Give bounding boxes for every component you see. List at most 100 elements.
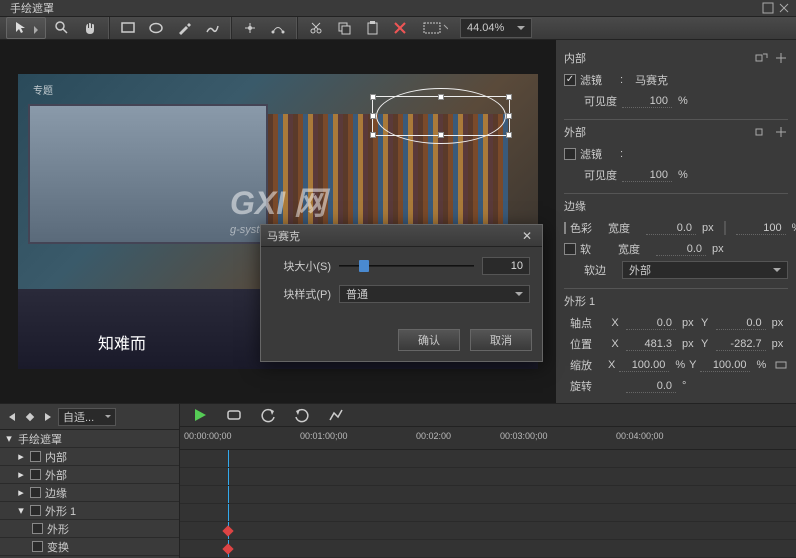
cut-tool[interactable] — [304, 17, 328, 39]
prop-value[interactable]: -282.7 — [716, 338, 766, 351]
disclosure-triangle-icon[interactable]: ▾ — [16, 506, 26, 516]
disclosure-triangle-icon[interactable]: ▸ — [16, 470, 26, 480]
resize-handle[interactable] — [370, 132, 376, 138]
resize-handle[interactable] — [370, 113, 376, 119]
track-row-inside[interactable]: ▸ 内部 — [0, 448, 179, 466]
freehand-tool[interactable] — [200, 17, 224, 39]
track-lane[interactable] — [180, 468, 796, 486]
track-checkbox[interactable] — [32, 541, 43, 552]
ok-button[interactable]: 确认 — [398, 329, 460, 351]
play-button[interactable] — [190, 405, 210, 425]
resize-handle[interactable] — [506, 94, 512, 100]
link-icon[interactable] — [754, 51, 768, 65]
resize-handle[interactable] — [506, 113, 512, 119]
track-row-edge[interactable]: ▸ 边缘 — [0, 484, 179, 502]
resize-handle[interactable] — [506, 132, 512, 138]
next-keyframe-icon[interactable] — [40, 409, 56, 425]
disclosure-triangle-icon[interactable]: ▸ — [16, 452, 26, 462]
zoom-tool[interactable] — [50, 17, 74, 39]
window-close-icon[interactable] — [778, 2, 790, 14]
mask-bbox-overlay[interactable] — [372, 96, 510, 136]
track-checkbox[interactable] — [30, 469, 41, 480]
add-icon[interactable] — [774, 125, 788, 139]
filter-checkbox[interactable] — [564, 148, 576, 160]
color-checkbox[interactable] — [564, 222, 566, 234]
track-checkbox[interactable] — [32, 523, 43, 534]
prop-value[interactable]: 0.0 — [626, 380, 676, 393]
resize-handle[interactable] — [438, 132, 444, 138]
add-icon[interactable] — [774, 51, 788, 65]
disclosure-triangle-icon[interactable]: ▾ — [4, 434, 14, 444]
timeline-tracks-area[interactable]: 00:00:00;00 00:01:00;00 00:02:00 00:03:0… — [180, 404, 796, 558]
track-checkbox[interactable] — [30, 487, 41, 498]
link-scale-icon[interactable] — [774, 358, 788, 372]
track-row-shape1[interactable]: ▾ 外形 1 — [0, 502, 179, 520]
track-lane[interactable] — [180, 486, 796, 504]
cancel-button[interactable]: 取消 — [470, 329, 532, 351]
window-maximize-icon[interactable] — [762, 2, 774, 14]
keyframe-diamond-icon[interactable] — [22, 409, 38, 425]
soft-checkbox[interactable] — [564, 243, 576, 255]
graph-button[interactable] — [326, 405, 346, 425]
prop-value[interactable]: 0.0 — [656, 243, 706, 256]
prop-value[interactable]: 100 — [736, 222, 786, 235]
softedge-dropdown[interactable]: 外部 — [622, 261, 788, 279]
prop-value[interactable]: 0.0 — [626, 317, 676, 330]
track-row-outside[interactable]: ▸ 外部 — [0, 466, 179, 484]
section-header-shape1: 外形 1 — [564, 288, 788, 309]
track-lane[interactable] — [180, 540, 796, 558]
curve-handle-tool[interactable] — [266, 17, 290, 39]
resize-handle[interactable] — [438, 94, 444, 100]
track-lane[interactable] — [180, 522, 796, 540]
loop-button[interactable] — [224, 405, 244, 425]
keyframe-icon[interactable] — [222, 525, 233, 536]
prop-value[interactable]: 100.00 — [700, 359, 750, 372]
track-row-shape[interactable]: 外形 — [0, 520, 179, 538]
prop-value[interactable]: 0.0 — [646, 222, 696, 235]
prop-row: 旋转 0.0 ° — [564, 376, 788, 396]
timeline-fit-dropdown[interactable]: 自适... — [58, 408, 116, 426]
zoom-dropdown[interactable]: 44.04% — [460, 18, 532, 38]
hand-tool[interactable] — [78, 17, 102, 39]
resize-handle[interactable] — [370, 94, 376, 100]
block-size-slider[interactable] — [339, 259, 474, 273]
filter-checkbox[interactable] — [564, 74, 576, 86]
ellipse-tool[interactable] — [144, 17, 168, 39]
copy-tool[interactable] — [332, 17, 356, 39]
track-row-transform[interactable]: 变换 — [0, 538, 179, 556]
link-icon[interactable] — [754, 125, 768, 139]
track-checkbox[interactable] — [30, 451, 41, 462]
prop-value[interactable]: 100.00 — [619, 359, 669, 372]
keyframe-icon[interactable] — [222, 543, 233, 554]
prop-value[interactable]: 0.0 — [716, 317, 766, 330]
prop-value[interactable]: 481.3 — [626, 338, 676, 351]
paste-tool[interactable] — [360, 17, 384, 39]
disclosure-triangle-icon[interactable]: ▸ — [16, 488, 26, 498]
add-point-tool[interactable] — [238, 17, 262, 39]
timeline-panel: 自适... ▾ 手绘遮罩 ▸ 内部 ▸ 外部 — [0, 403, 796, 558]
pointer-tool[interactable] — [6, 17, 46, 39]
undo-button[interactable] — [258, 405, 278, 425]
prop-value[interactable]: 马赛克 — [635, 72, 668, 88]
prop-value[interactable]: 100 — [622, 95, 672, 108]
slider-thumb[interactable] — [359, 260, 369, 272]
block-style-dropdown[interactable]: 普通 — [339, 285, 530, 303]
prev-keyframe-icon[interactable] — [4, 409, 20, 425]
rectangle-tool[interactable] — [116, 17, 140, 39]
close-icon[interactable]: ✕ — [518, 228, 536, 244]
timeline-ruler[interactable]: 00:00:00;00 00:01:00;00 00:02:00 00:03:0… — [180, 427, 796, 450]
track-lane[interactable] — [180, 450, 796, 468]
color-swatch[interactable] — [724, 221, 726, 235]
prop-value[interactable]: 100 — [622, 169, 672, 182]
block-size-input[interactable]: 10 — [482, 257, 530, 275]
prop-label: 宽度 — [608, 220, 642, 236]
track-lane[interactable] — [180, 504, 796, 522]
dialog-titlebar[interactable]: 马赛克 ✕ — [261, 225, 542, 247]
delete-tool[interactable] — [388, 17, 412, 39]
pen-tool[interactable] — [172, 17, 196, 39]
track-row-root[interactable]: ▾ 手绘遮罩 — [0, 430, 179, 448]
track-checkbox[interactable] — [30, 505, 41, 516]
timeline-grid[interactable] — [180, 450, 796, 558]
redo-button[interactable] — [292, 405, 312, 425]
bounds-tool[interactable] — [416, 17, 452, 39]
